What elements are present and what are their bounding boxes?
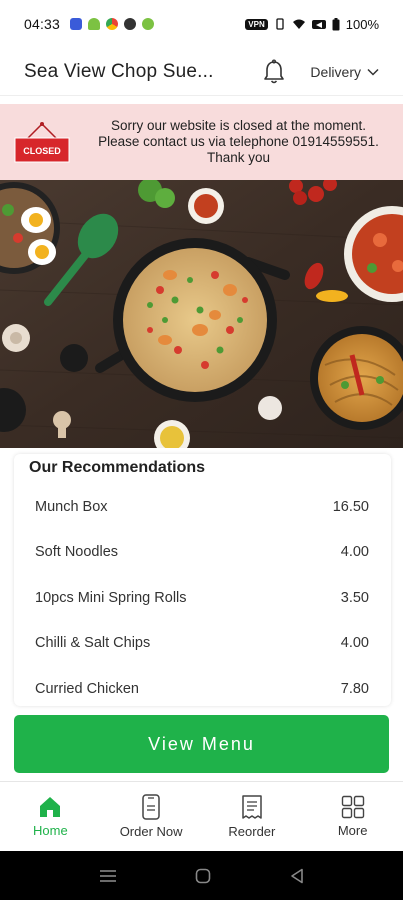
item-price: 4.00	[340, 544, 369, 561]
nav-home[interactable]: Home	[0, 782, 101, 851]
app-header: Sea View Chop Sue... Delivery	[0, 48, 403, 96]
status-time: 04:33	[24, 16, 61, 32]
home-icon	[40, 797, 61, 817]
nav-more[interactable]: More	[302, 782, 403, 851]
phone-icon	[142, 794, 160, 820]
recommendation-item[interactable]: Chilli & Salt Chips 4.00	[14, 621, 391, 667]
delivery-selector[interactable]: Delivery	[310, 64, 379, 80]
notification-icons	[70, 18, 155, 30]
recommendation-item[interactable]: 10pcs Mini Spring Rolls 3.50	[14, 575, 391, 621]
item-name: Soft Noodles	[35, 544, 119, 561]
closed-message-line1: Sorry our website is closed at the momen…	[110, 118, 367, 133]
closed-notice-banner: CLOSED Sorry our website is closed at th…	[0, 104, 403, 180]
nav-home-label: Home	[33, 823, 68, 838]
recommendation-item[interactable]: Curried Chicken 7.80	[14, 666, 391, 706]
chevron-down-icon	[367, 68, 379, 76]
home-button-icon[interactable]	[195, 868, 211, 884]
battery-icon	[332, 17, 340, 30]
recommendations-title: Our Recommendations	[29, 459, 206, 476]
bell-icon	[264, 59, 285, 83]
closed-sign-icon: CLOSED	[14, 122, 70, 163]
hero-food-image	[0, 180, 403, 448]
grid-icon	[341, 795, 364, 819]
item-price: 4.00	[340, 635, 369, 652]
app-notification-icon	[70, 18, 83, 30]
nav-more-label: More	[337, 823, 368, 838]
item-price: 3.50	[340, 589, 369, 606]
item-name: Curried Chicken	[35, 680, 139, 697]
item-price: 7.80	[340, 680, 369, 697]
item-name: Munch Box	[35, 498, 108, 515]
system-navigation-bar	[0, 851, 403, 900]
closed-message: Sorry our website is closed at the momen…	[86, 118, 391, 166]
item-name: 10pcs Mini Spring Rolls	[35, 589, 187, 606]
android-debug-icon	[142, 18, 155, 30]
restaurant-title: Sea View Chop Sue...	[24, 60, 214, 82]
system-status: VPN 100%	[245, 17, 379, 32]
view-menu-button[interactable]: View Menu	[14, 715, 389, 773]
battery-percentage: 100%	[345, 16, 379, 32]
vibrate-icon	[276, 18, 284, 30]
nav-order-now-label: Order Now	[119, 824, 183, 839]
nav-reorder-label: Reorder	[228, 824, 276, 839]
recommendation-item[interactable]: Munch Box 16.50	[14, 484, 391, 530]
item-price: 16.50	[332, 498, 369, 515]
recent-apps-icon[interactable]	[99, 869, 117, 883]
bottom-navigation: Home Order Now Reorder More	[0, 781, 403, 851]
recommendation-item[interactable]: Soft Noodles 4.00	[14, 530, 391, 576]
delivery-label: Delivery	[310, 63, 361, 80]
vpn-icon: VPN	[245, 18, 268, 30]
closed-message-line3: Thank you	[206, 150, 271, 165]
notifications-button[interactable]	[260, 58, 288, 86]
item-name: Chilli & Salt Chips	[35, 635, 151, 652]
chrome-icon	[106, 18, 119, 30]
settings-icon	[124, 18, 137, 30]
nav-order-now[interactable]: Order Now	[101, 782, 202, 851]
food-illustration	[0, 180, 403, 448]
android-icon	[88, 18, 101, 30]
status-bar: 04:33 VPN 100%	[0, 0, 403, 48]
signal-icon	[311, 20, 326, 29]
closed-sign-text: CLOSED	[23, 146, 61, 156]
receipt-icon	[242, 795, 262, 819]
closed-message-line2: Please contact us via telephone 01914559…	[98, 134, 379, 149]
recommendations-card: Our Recommendations Munch Box 16.50 Soft…	[14, 454, 391, 706]
back-icon[interactable]	[290, 868, 304, 884]
wifi-icon	[292, 19, 305, 29]
nav-reorder[interactable]: Reorder	[202, 782, 303, 851]
